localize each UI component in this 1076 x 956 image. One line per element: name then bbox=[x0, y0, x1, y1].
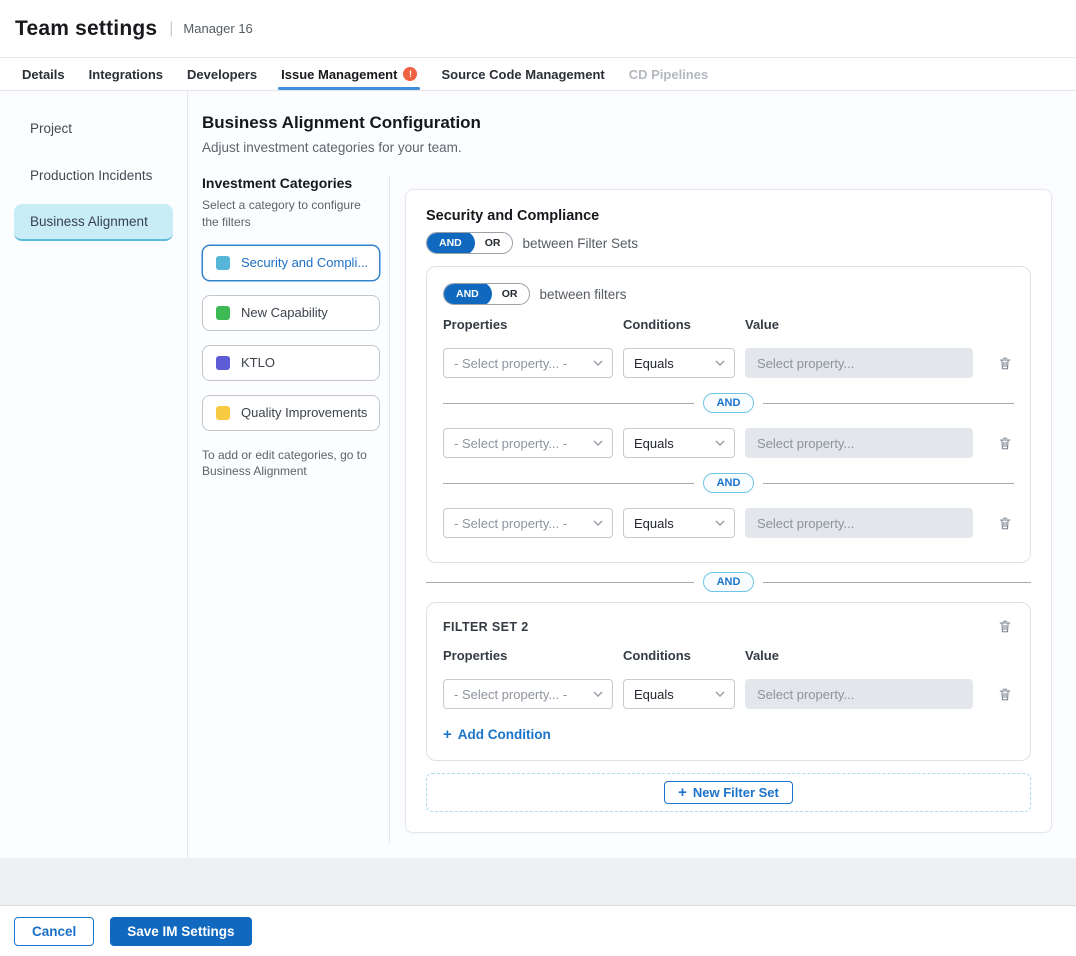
property-select[interactable]: - Select property... - bbox=[443, 348, 613, 378]
new-filter-set-dropzone: + New Filter Set bbox=[426, 773, 1031, 812]
investment-categories-panel: Investment Categories Select a category … bbox=[202, 175, 390, 843]
category-color-swatch bbox=[216, 256, 230, 270]
value-input[interactable] bbox=[745, 428, 973, 458]
tab-developers[interactable]: Developers bbox=[187, 58, 257, 90]
filter-row: - Select property... - Equals bbox=[443, 679, 1014, 709]
category-new-capability[interactable]: New Capability bbox=[202, 295, 380, 331]
main-panel: Business Alignment Configuration Adjust … bbox=[188, 91, 1076, 858]
category-color-swatch bbox=[216, 406, 230, 420]
filter-row: - Select property... - Equals bbox=[443, 348, 1014, 378]
filter-card: Security and Compliance AND OR between F… bbox=[405, 189, 1052, 833]
category-color-swatch bbox=[216, 306, 230, 320]
content-footer-spacer bbox=[0, 858, 1076, 905]
and-or-toggle-filter-sets[interactable]: AND OR bbox=[426, 232, 513, 254]
and-or-toggle-filters[interactable]: AND OR bbox=[443, 283, 530, 305]
delete-filter-button[interactable] bbox=[996, 354, 1014, 373]
categories-heading: Investment Categories bbox=[202, 175, 381, 191]
or-toggle-option[interactable]: OR bbox=[474, 232, 512, 254]
trash-icon bbox=[998, 516, 1012, 531]
delete-filter-set-button[interactable] bbox=[996, 617, 1014, 636]
property-select[interactable]: - Select property... - bbox=[443, 508, 613, 538]
settings-sidebar: Project Production Incidents Business Al… bbox=[0, 91, 188, 858]
chevron-down-icon bbox=[715, 360, 725, 366]
and-connector: AND bbox=[443, 473, 1014, 493]
delete-filter-button[interactable] bbox=[996, 434, 1014, 453]
column-header-properties: Properties bbox=[443, 648, 613, 663]
and-connector: AND bbox=[443, 393, 1014, 413]
between-filter-sets-label: between Filter Sets bbox=[523, 236, 639, 251]
tab-integrations[interactable]: Integrations bbox=[89, 58, 163, 90]
filter-set-1: AND OR between filters Properties Condit… bbox=[426, 266, 1031, 563]
add-condition-button[interactable]: + Add Condition bbox=[443, 727, 551, 742]
or-toggle-option[interactable]: OR bbox=[491, 283, 529, 305]
value-input[interactable] bbox=[745, 348, 973, 378]
filter-row: - Select property... - Equals bbox=[443, 508, 1014, 538]
trash-icon bbox=[998, 356, 1012, 371]
column-header-conditions: Conditions bbox=[623, 317, 735, 332]
tab-cd-pipelines: CD Pipelines bbox=[629, 58, 708, 90]
sidebar-item-project[interactable]: Project bbox=[14, 110, 173, 147]
sidebar-item-business-alignment[interactable]: Business Alignment bbox=[14, 204, 173, 241]
filter-set-2-title: FILTER SET 2 bbox=[443, 617, 529, 634]
and-connector-between-sets: AND bbox=[426, 572, 1031, 592]
chevron-down-icon bbox=[593, 360, 603, 366]
action-footer: Cancel Save IM Settings bbox=[0, 905, 1076, 956]
category-ktlo[interactable]: KTLO bbox=[202, 345, 380, 381]
page-title: Team settings bbox=[15, 17, 157, 41]
filter-configuration-pane: Security and Compliance AND OR between F… bbox=[390, 175, 1076, 843]
trash-icon bbox=[998, 436, 1012, 451]
title-separator: | bbox=[169, 20, 173, 38]
column-header-conditions: Conditions bbox=[623, 648, 735, 663]
delete-filter-button[interactable] bbox=[996, 514, 1014, 533]
trash-icon bbox=[998, 619, 1012, 634]
section-subtitle: Adjust investment categories for your te… bbox=[202, 140, 1076, 155]
trash-icon bbox=[998, 687, 1012, 702]
page-header: Team settings | Manager 16 bbox=[0, 0, 1076, 58]
and-toggle-option[interactable]: AND bbox=[426, 232, 475, 254]
chevron-down-icon bbox=[593, 440, 603, 446]
categories-note: To add or edit categories, go to Busines… bbox=[202, 447, 370, 481]
chevron-down-icon bbox=[715, 691, 725, 697]
team-name: Manager 16 bbox=[183, 21, 252, 36]
save-im-settings-button[interactable]: Save IM Settings bbox=[110, 917, 251, 946]
condition-select[interactable]: Equals bbox=[623, 679, 735, 709]
plus-icon: + bbox=[443, 727, 452, 742]
tab-details[interactable]: Details bbox=[22, 58, 65, 90]
selected-category-heading: Security and Compliance bbox=[426, 208, 1031, 224]
settings-tabbar: Details Integrations Developers Issue Ma… bbox=[0, 58, 1076, 91]
plus-icon: + bbox=[678, 785, 687, 800]
sidebar-item-production-incidents[interactable]: Production Incidents bbox=[14, 157, 173, 194]
tab-issue-management[interactable]: Issue Management ! bbox=[281, 58, 417, 90]
filter-set-2: FILTER SET 2 Properties Conditions Value bbox=[426, 602, 1031, 761]
and-toggle-option[interactable]: AND bbox=[443, 283, 492, 305]
filter-row: - Select property... - Equals bbox=[443, 428, 1014, 458]
property-select[interactable]: - Select property... - bbox=[443, 428, 613, 458]
condition-select[interactable]: Equals bbox=[623, 428, 735, 458]
new-filter-set-button[interactable]: + New Filter Set bbox=[664, 781, 793, 804]
column-header-value: Value bbox=[745, 317, 973, 332]
condition-select[interactable]: Equals bbox=[623, 348, 735, 378]
categories-description: Select a category to configure the filte… bbox=[202, 197, 370, 231]
category-quality-improvements[interactable]: Quality Improvements bbox=[202, 395, 380, 431]
between-filters-label: between filters bbox=[540, 287, 627, 302]
chevron-down-icon bbox=[593, 691, 603, 697]
condition-select[interactable]: Equals bbox=[623, 508, 735, 538]
category-security-and-compliance[interactable]: Security and Compli... bbox=[202, 245, 380, 281]
column-header-value: Value bbox=[745, 648, 973, 663]
value-input[interactable] bbox=[745, 508, 973, 538]
chevron-down-icon bbox=[715, 520, 725, 526]
cancel-button[interactable]: Cancel bbox=[14, 917, 94, 946]
tab-source-code-management[interactable]: Source Code Management bbox=[441, 58, 604, 90]
section-title: Business Alignment Configuration bbox=[202, 113, 1076, 133]
content-region: Project Production Incidents Business Al… bbox=[0, 91, 1076, 858]
category-color-swatch bbox=[216, 356, 230, 370]
chevron-down-icon bbox=[593, 520, 603, 526]
warning-badge-icon: ! bbox=[403, 67, 417, 81]
chevron-down-icon bbox=[715, 440, 725, 446]
column-header-properties: Properties bbox=[443, 317, 613, 332]
delete-filter-button[interactable] bbox=[996, 685, 1014, 704]
property-select[interactable]: - Select property... - bbox=[443, 679, 613, 709]
value-input[interactable] bbox=[745, 679, 973, 709]
